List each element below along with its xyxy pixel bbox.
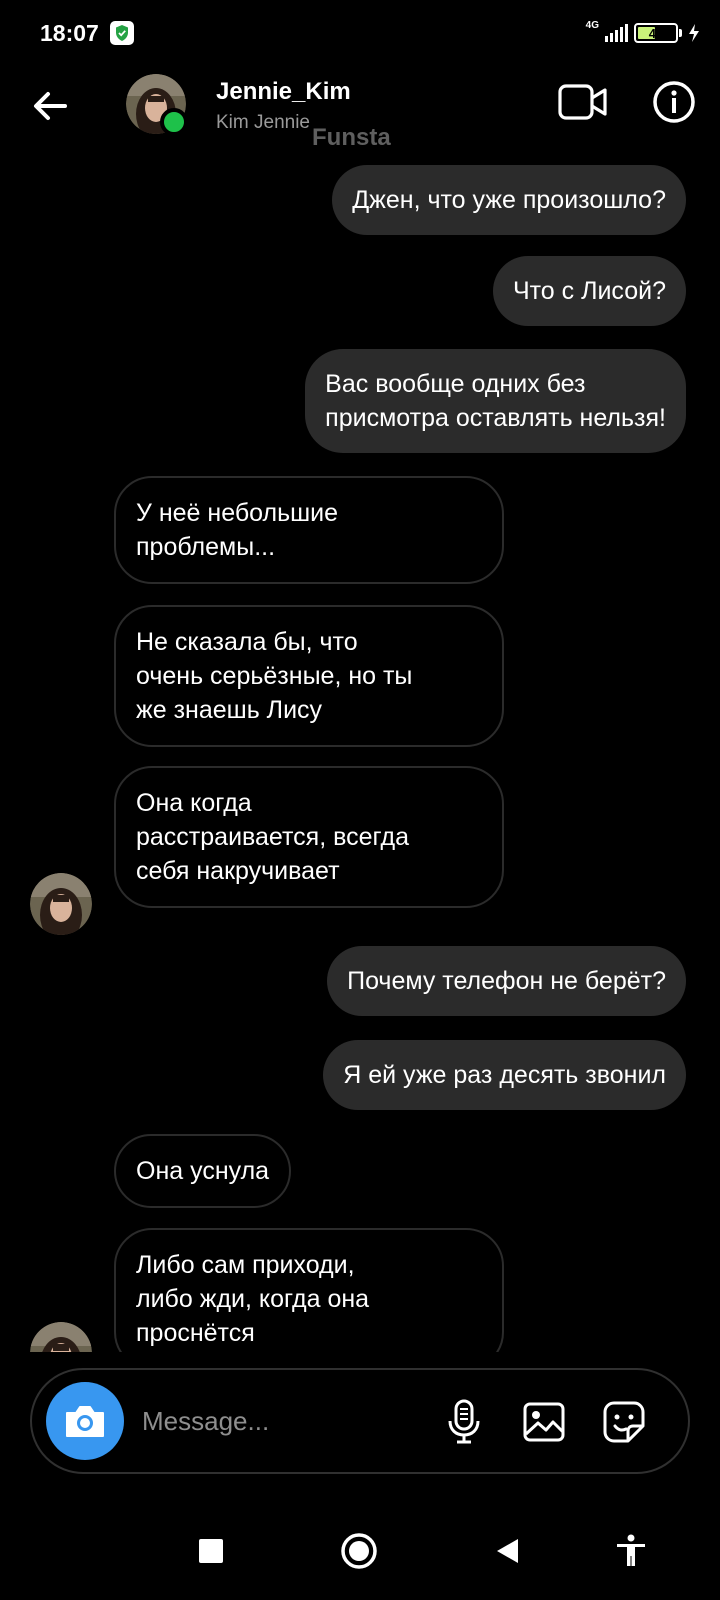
chat-header: Jennie_Kim Kim Jennie Funsta bbox=[0, 70, 720, 151]
camera-button[interactable] bbox=[46, 1382, 124, 1460]
back-nav-button[interactable] bbox=[482, 1526, 532, 1576]
status-time: 18:07 bbox=[40, 20, 99, 46]
battery-percent: 48 bbox=[648, 25, 664, 41]
message-line: Вас вообще одних без bbox=[325, 370, 586, 398]
back-button[interactable] bbox=[28, 84, 72, 128]
message-bubble[interactable]: Либо сам приходи, либо жди, когда она пр… bbox=[114, 1228, 504, 1352]
home-icon bbox=[341, 1533, 377, 1569]
message-line: Она когда bbox=[136, 789, 252, 817]
video-call-button[interactable] bbox=[556, 80, 610, 124]
message-line: либо жди, когда она bbox=[136, 1285, 370, 1313]
message-line: проблемы... bbox=[136, 533, 276, 561]
message-line: Почему телефон не берёт? bbox=[347, 967, 666, 995]
microphone-icon bbox=[448, 1399, 480, 1444]
shield-icon bbox=[110, 21, 134, 45]
message-line: Я ей уже раз десять звонил bbox=[343, 1061, 666, 1089]
home-button[interactable] bbox=[334, 1526, 384, 1576]
network-type: 4G bbox=[585, 19, 599, 31]
message-line: себя накручивает bbox=[136, 857, 340, 885]
message-bubble[interactable]: Что с Лисой? bbox=[492, 256, 686, 326]
watermark: Funsta bbox=[312, 124, 391, 151]
message-line: расстраивается, всегда bbox=[136, 823, 409, 851]
recents-icon bbox=[199, 1539, 223, 1563]
online-status-indicator bbox=[160, 108, 188, 136]
message-line: проснётся bbox=[136, 1319, 255, 1347]
sticker-button[interactable] bbox=[598, 1396, 650, 1448]
chat-username[interactable]: Jennie_Kim bbox=[216, 78, 351, 106]
recents-button[interactable] bbox=[186, 1526, 236, 1576]
message-line: Не сказала бы, что bbox=[136, 628, 358, 656]
accessibility-button[interactable] bbox=[606, 1526, 656, 1576]
video-camera-icon bbox=[558, 84, 607, 120]
sender-avatar[interactable] bbox=[30, 873, 92, 935]
message-line: Что с Лисой? bbox=[512, 277, 666, 305]
message-bubble[interactable]: Я ей уже раз десять звонил bbox=[323, 1040, 686, 1110]
message-bubble[interactable]: Джен, что уже произошло? bbox=[332, 165, 686, 235]
gallery-button[interactable] bbox=[518, 1396, 570, 1448]
signal-icon bbox=[605, 24, 628, 42]
image-icon bbox=[523, 1402, 565, 1442]
back-icon bbox=[497, 1539, 518, 1563]
message-input[interactable] bbox=[142, 1398, 422, 1444]
message-bubble[interactable]: Почему телефон не берёт? bbox=[327, 946, 686, 1016]
message-thread[interactable]: Джен, что уже произошло? Что с Лисой? Ва… bbox=[0, 150, 720, 1352]
status-bar: 18:07 4G 48 bbox=[0, 0, 720, 70]
info-icon bbox=[653, 81, 695, 123]
message-bubble[interactable]: Вас вообще одних без присмотра оставлять… bbox=[305, 349, 686, 453]
message-bubble[interactable]: Она когда расстраивается, всегда себя на… bbox=[114, 766, 504, 908]
charging-icon bbox=[689, 24, 699, 42]
message-composer bbox=[30, 1368, 690, 1474]
message-line: Она уснула bbox=[136, 1157, 270, 1185]
sticker-icon bbox=[603, 1401, 645, 1443]
sender-avatar[interactable] bbox=[30, 1322, 92, 1352]
message-bubble[interactable]: Она уснула bbox=[114, 1134, 292, 1208]
system-navigation-bar bbox=[0, 1500, 720, 1600]
microphone-button[interactable] bbox=[438, 1396, 490, 1448]
message-line: присмотра оставлять нельзя! bbox=[325, 404, 666, 432]
message-line: Джен, что уже произошло? bbox=[352, 186, 666, 214]
arrow-left-icon bbox=[34, 92, 67, 120]
status-indicators: 4G 48 bbox=[586, 18, 700, 48]
camera-icon bbox=[66, 1406, 104, 1437]
message-line: очень серьёзные, но ты bbox=[136, 662, 413, 690]
accessibility-icon bbox=[617, 1534, 645, 1566]
message-line: Либо сам приходи, bbox=[136, 1251, 355, 1279]
info-button[interactable] bbox=[650, 78, 698, 126]
battery-icon: 48 bbox=[634, 23, 678, 43]
battery-cap bbox=[679, 29, 682, 37]
chat-display-name: Kim Jennie bbox=[216, 112, 310, 133]
message-line: У неё небольшие bbox=[136, 499, 339, 527]
message-line: же знаешь Лису bbox=[136, 696, 323, 724]
message-bubble[interactable]: У неё небольшие проблемы... bbox=[114, 476, 504, 584]
message-bubble[interactable]: Не сказала бы, что очень серьёзные, но т… bbox=[114, 605, 504, 747]
